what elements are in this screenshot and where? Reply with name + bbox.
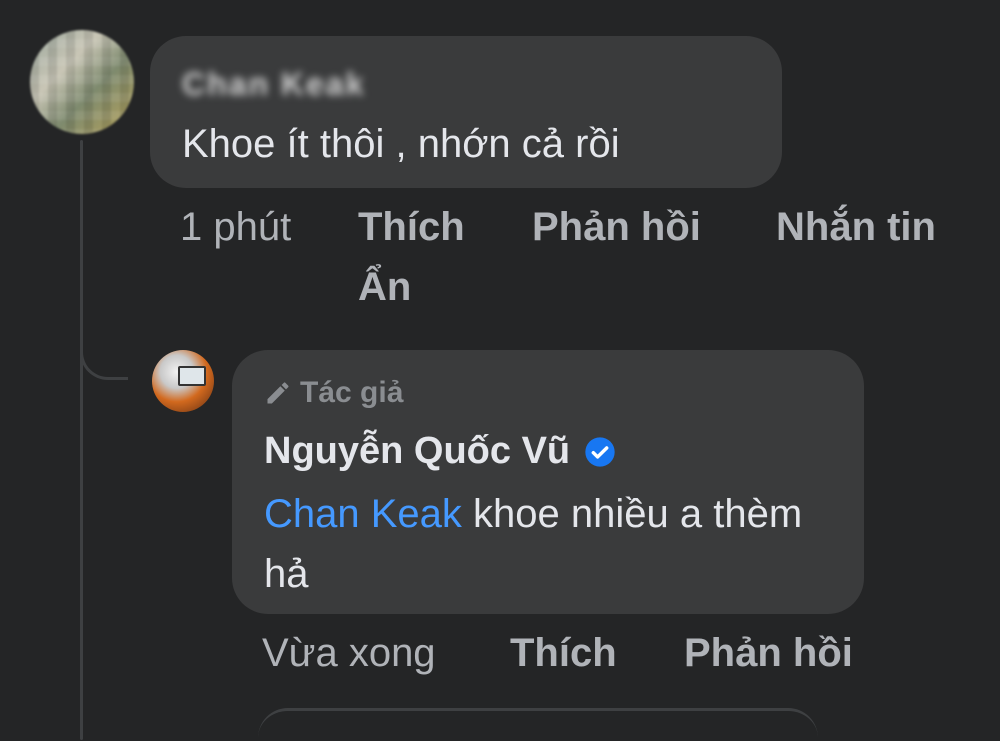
author-badge-label: Tác giả xyxy=(300,376,404,409)
verified-badge-icon xyxy=(585,436,615,467)
mention-link[interactable]: Chan Keak xyxy=(264,492,462,536)
next-comment-edge xyxy=(258,708,818,741)
reply-connector xyxy=(80,300,128,380)
commenter-avatar[interactable] xyxy=(30,30,134,134)
reply-author-name-row: Nguyễn Quốc Vũ xyxy=(264,430,616,473)
reply-timestamp[interactable]: Vừa xong xyxy=(262,631,436,676)
comment-timestamp[interactable]: 1 phút xyxy=(180,205,291,250)
thread-line xyxy=(80,140,83,740)
reply-author-name[interactable]: Nguyễn Quốc Vũ xyxy=(264,430,570,473)
comment-text: Khoe ít thôi , nhớn cả rồi xyxy=(182,122,620,166)
reply-bubble: Tác giả Nguyễn Quốc Vũ Chan Keak khoe nh… xyxy=(232,350,864,614)
comment-bubble: Chan Keak Khoe ít thôi , nhớn cả rồi xyxy=(150,36,782,188)
message-button[interactable]: Nhắn tin xyxy=(776,205,936,250)
reply-button[interactable]: Phản hồi xyxy=(532,205,701,250)
commenter-name-blurred[interactable]: Chan Keak xyxy=(182,66,365,103)
reply-reply-button[interactable]: Phản hồi xyxy=(684,631,853,676)
pencil-icon xyxy=(267,382,289,404)
hide-button[interactable]: Ẩn xyxy=(358,265,411,310)
like-button[interactable]: Thích xyxy=(358,205,465,250)
reply-text: Chan Keak khoe nhiều a thèm hả xyxy=(264,484,854,604)
avatar-monitor-detail xyxy=(178,366,206,386)
reply-like-button[interactable]: Thích xyxy=(510,631,617,676)
author-avatar[interactable] xyxy=(152,350,214,412)
author-badge: Tác giả xyxy=(264,376,403,410)
